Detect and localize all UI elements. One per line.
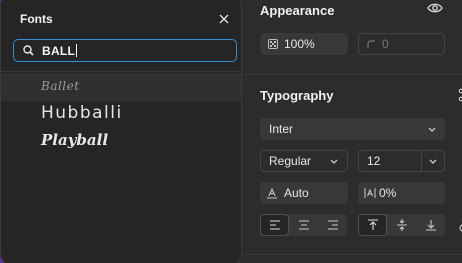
align-left-button[interactable] bbox=[260, 214, 289, 236]
opacity-icon bbox=[268, 39, 278, 49]
align-top-icon bbox=[367, 219, 378, 230]
fonts-popover: Fonts BALL Ballet Hubballi Playball bbox=[0, 0, 242, 263]
font-weight-select[interactable]: Regular bbox=[260, 150, 348, 172]
line-height-icon bbox=[267, 187, 277, 199]
search-icon bbox=[23, 45, 34, 56]
chevron-down-icon bbox=[429, 159, 437, 164]
corner-radius-value: 0 bbox=[382, 37, 389, 51]
section-divider bbox=[236, 254, 462, 255]
align-middle-button[interactable] bbox=[387, 214, 416, 236]
line-height-value: Auto bbox=[284, 186, 309, 200]
opacity-field[interactable]: 100% bbox=[260, 33, 348, 55]
font-size-dropdown[interactable] bbox=[421, 151, 444, 171]
letter-spacing-field[interactable]: 0% bbox=[358, 182, 445, 204]
search-input[interactable]: BALL bbox=[42, 44, 75, 58]
font-family-value: Inter bbox=[269, 122, 294, 136]
font-weight-value: Regular bbox=[269, 154, 312, 168]
letter-spacing-value: 0% bbox=[379, 186, 397, 200]
align-bottom-icon bbox=[425, 220, 436, 231]
font-name-hubballi: Hubballi bbox=[41, 103, 123, 123]
align-right-icon bbox=[327, 220, 338, 230]
chevron-down-icon bbox=[428, 127, 436, 132]
appearance-title: Appearance bbox=[260, 3, 335, 18]
align-center-icon bbox=[298, 220, 309, 230]
text-align-horizontal bbox=[260, 214, 347, 236]
text-caret bbox=[76, 44, 78, 57]
align-right-button[interactable] bbox=[318, 214, 347, 236]
align-left-icon bbox=[269, 220, 280, 230]
line-height-field[interactable]: Auto bbox=[260, 182, 348, 204]
opacity-value: 100% bbox=[284, 37, 315, 51]
align-bottom-button[interactable] bbox=[416, 214, 445, 236]
font-name-ballet: Ballet bbox=[41, 79, 80, 93]
fonts-title: Fonts bbox=[20, 12, 53, 26]
font-item-ballet[interactable]: Ballet bbox=[1, 73, 241, 101]
section-divider bbox=[236, 74, 462, 75]
text-align-vertical bbox=[358, 214, 445, 236]
align-middle-icon bbox=[396, 219, 407, 231]
align-top-button[interactable] bbox=[358, 214, 387, 236]
chevron-down-icon bbox=[330, 159, 338, 164]
font-item-playball[interactable]: Playball bbox=[1, 128, 241, 156]
properties-panel: Appearance 100% 0 Typography Inter Regul… bbox=[236, 0, 462, 263]
font-name-playball: Playball bbox=[41, 131, 109, 149]
font-family-select[interactable]: Inter bbox=[260, 118, 445, 140]
letter-spacing-icon bbox=[364, 188, 376, 198]
font-item-hubballi[interactable]: Hubballi bbox=[1, 100, 241, 128]
typography-title: Typography bbox=[260, 88, 334, 103]
eye-icon[interactable] bbox=[427, 2, 443, 14]
font-size-value: 12 bbox=[367, 154, 381, 168]
font-size-field[interactable]: 12 bbox=[358, 150, 445, 172]
search-divider bbox=[1, 71, 241, 72]
corner-radius-field[interactable]: 0 bbox=[358, 33, 445, 55]
more-options-icon[interactable] bbox=[458, 218, 462, 232]
close-icon[interactable] bbox=[219, 14, 229, 24]
font-search-box[interactable]: BALL bbox=[13, 39, 237, 62]
type-settings-icon[interactable] bbox=[458, 88, 462, 102]
corner-radius-icon bbox=[367, 39, 375, 48]
align-center-button[interactable] bbox=[289, 214, 318, 236]
